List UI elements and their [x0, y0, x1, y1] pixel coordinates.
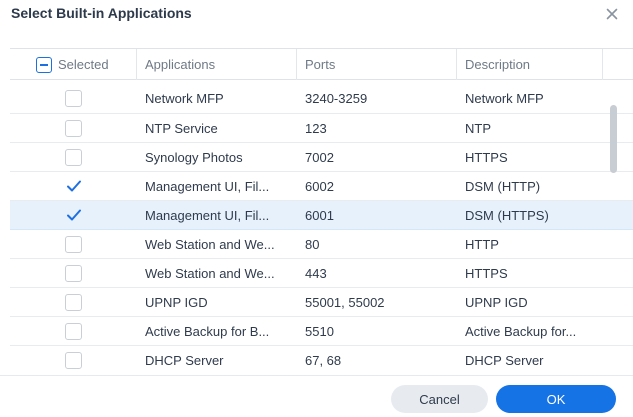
row-select-cell: [10, 81, 137, 113]
header-extra: [603, 49, 633, 80]
ports-cell: 6001: [305, 207, 334, 223]
ports-cell: 3240-3259: [305, 90, 368, 106]
table-row[interactable]: Management UI, Fil... 6001 DSM (HTTPS): [10, 201, 633, 230]
table-row[interactable]: Synology Photos 7002 HTTPS: [10, 143, 633, 172]
row-select-cell: [10, 346, 137, 371]
row-select-cell: [10, 317, 137, 345]
checkmark-icon: [66, 209, 81, 221]
header-applications-label: Applications: [145, 57, 216, 72]
application-cell: Active Backup for B...: [145, 323, 270, 339]
partial-check-icon: [40, 63, 48, 66]
application-cell: NTP Service: [145, 120, 218, 136]
application-cell: DHCP Server: [145, 352, 224, 368]
header-description-label: Description: [465, 57, 531, 72]
application-cell: Web Station and We...: [145, 236, 275, 252]
header-applications[interactable]: Applications: [137, 49, 297, 80]
row-select-cell: [10, 259, 137, 287]
row-checkbox[interactable]: [65, 89, 82, 107]
application-cell: Web Station and We...: [145, 265, 275, 281]
select-builtin-applications-dialog: Select Built-in Applications Selected Ap…: [0, 0, 633, 417]
ports-cell: 443: [305, 265, 327, 281]
dialog-title: Select Built-in Applications: [11, 5, 192, 21]
grid-scrollbar[interactable]: [610, 105, 617, 173]
header-selected-label: Selected: [58, 57, 109, 72]
table-row[interactable]: Active Backup for B... 5510 Active Backup …: [10, 317, 633, 346]
description-cell: HTTP: [465, 236, 499, 252]
ports-cell: 67, 68: [305, 352, 342, 368]
header-selected[interactable]: Selected: [10, 49, 137, 80]
table-row[interactable]: Web Station and We... 80 HTTP: [10, 230, 633, 259]
table-row[interactable]: DHCP Server 67, 68 DHCP Server: [10, 346, 633, 371]
application-cell: Network MFP: [145, 90, 224, 106]
grid-header: Selected Applications Ports Description: [10, 48, 633, 80]
description-cell: NTP: [465, 120, 491, 136]
row-checkbox[interactable]: [65, 148, 82, 166]
row-checkbox[interactable]: [65, 235, 82, 253]
ports-cell: 123: [305, 120, 327, 136]
table-row[interactable]: Web Station and We... 443 HTTPS: [10, 259, 633, 288]
table-row[interactable]: NTP Service 123 NTP: [10, 114, 633, 143]
description-cell: DHCP Server: [465, 352, 544, 368]
description-cell: DSM (HTTPS): [465, 207, 549, 223]
row-select-cell: [10, 114, 137, 142]
header-ports-label: Ports: [305, 57, 336, 72]
application-cell: Synology Photos: [145, 149, 243, 165]
row-select-cell: [10, 288, 137, 316]
row-checkbox[interactable]: [65, 178, 82, 195]
table-row[interactable]: Management UI, Fil... 6002 DSM (HTTP): [10, 172, 633, 201]
cancel-button[interactable]: Cancel: [391, 385, 488, 413]
row-select-cell: [10, 201, 137, 229]
application-cell: Management UI, Fil...: [145, 207, 270, 223]
dialog-titlebar: Select Built-in Applications: [0, 0, 633, 30]
description-cell: UPNP IGD: [465, 294, 528, 310]
ports-cell: 6002: [305, 178, 334, 194]
application-cell: UPNP IGD: [145, 294, 208, 310]
row-checkbox[interactable]: [65, 264, 82, 282]
row-select-cell: [10, 230, 137, 258]
grid-body: Network MFP 3240-3259 Network MFP NTP Servi…: [10, 81, 633, 371]
ports-cell: 5510: [305, 323, 334, 339]
table-row[interactable]: UPNP IGD 55001, 55002 UPNP IGD: [10, 288, 633, 317]
application-cell: Management UI, Fil...: [145, 178, 270, 194]
description-cell: Network MFP: [465, 90, 544, 106]
applications-grid: Selected Applications Ports Description …: [10, 48, 633, 371]
ports-cell: 55001, 55002: [305, 294, 385, 310]
footer-divider: [0, 375, 633, 376]
description-cell: DSM (HTTP): [465, 178, 541, 194]
ok-button[interactable]: OK: [496, 385, 616, 413]
description-cell: HTTPS: [465, 265, 508, 281]
row-checkbox[interactable]: [65, 322, 82, 340]
description-cell: Active Backup for...: [465, 323, 577, 339]
checkmark-icon: [66, 180, 81, 192]
row-checkbox[interactable]: [65, 351, 82, 369]
header-ports[interactable]: Ports: [297, 49, 457, 80]
ports-cell: 80: [305, 236, 320, 252]
select-all-checkbox[interactable]: [36, 56, 52, 73]
row-select-cell: [10, 172, 137, 200]
row-checkbox[interactable]: [65, 119, 82, 137]
table-row[interactable]: Network MFP 3240-3259 Network MFP: [10, 81, 633, 114]
header-description[interactable]: Description: [457, 49, 603, 80]
ports-cell: 7002: [305, 149, 334, 165]
row-checkbox[interactable]: [65, 207, 82, 224]
close-icon: [606, 8, 618, 20]
close-button[interactable]: [603, 5, 621, 23]
row-checkbox[interactable]: [65, 293, 82, 311]
row-select-cell: [10, 143, 137, 171]
description-cell: HTTPS: [465, 149, 508, 165]
